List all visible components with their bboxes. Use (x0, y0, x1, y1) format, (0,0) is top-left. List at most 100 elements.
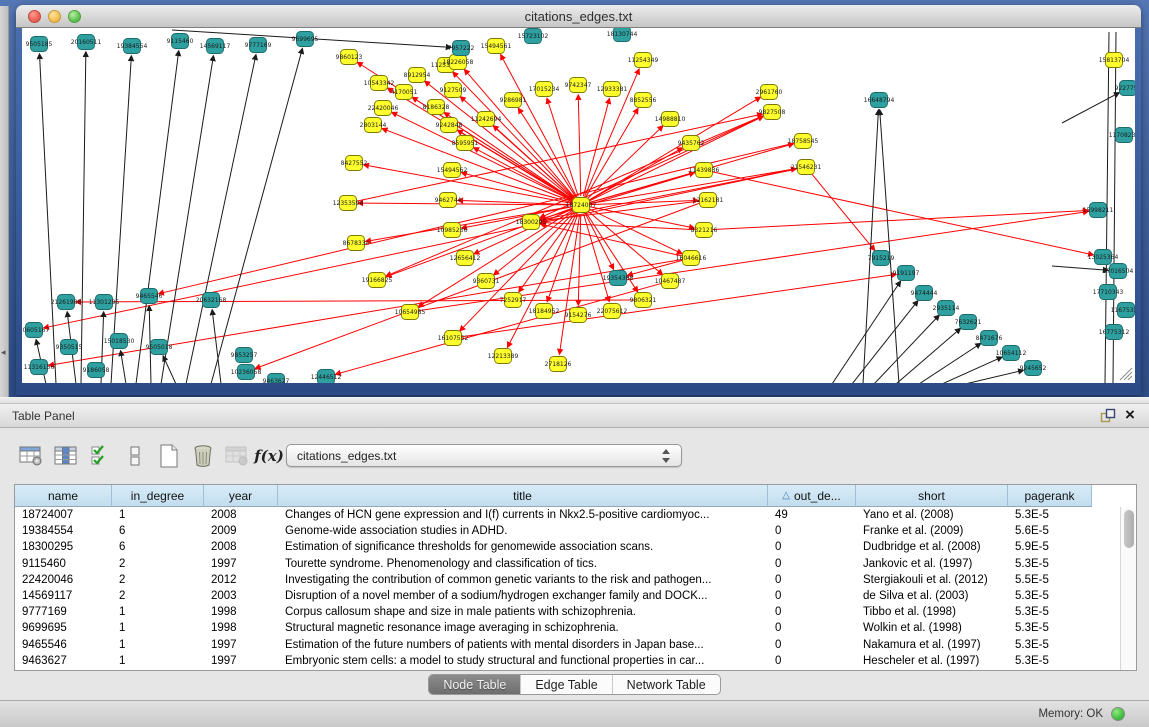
graph-node[interactable]: 12933381 (597, 82, 628, 97)
graph-node[interactable]: 19166825 (362, 273, 393, 288)
column-header-title[interactable]: title (278, 485, 768, 507)
graph-node[interactable]: 8678334 (343, 236, 370, 251)
graph-node[interactable]: 10236058 (231, 365, 262, 380)
graph-edge[interactable] (812, 174, 875, 250)
graph-node[interactable]: 8321216 (691, 223, 718, 238)
float-panel-icon[interactable] (1100, 408, 1116, 429)
graph-edge[interactable] (578, 214, 580, 305)
graph-edge[interactable] (880, 110, 899, 383)
graph-edge[interactable] (863, 110, 878, 383)
graph-edge[interactable] (76, 300, 634, 302)
graph-node[interactable]: 11708232 (1109, 128, 1135, 143)
graph-node[interactable]: 7632621 (955, 315, 982, 330)
column-header-short[interactable]: short (856, 485, 1008, 507)
column-header-out_degree[interactable]: △out_de... (768, 485, 856, 507)
function-builder-button[interactable]: f(x) (254, 440, 284, 472)
graph-node[interactable]: 9827508 (759, 105, 786, 120)
graph-node[interactable]: 21261988 (51, 295, 82, 310)
graph-node[interactable]: 9127509 (440, 83, 467, 98)
graph-node[interactable]: 16107552 (438, 331, 469, 346)
window-titlebar[interactable]: citations_edges.txt (16, 5, 1141, 28)
graph-node[interactable]: 20160511 (71, 35, 102, 50)
graph-node[interactable]: 17016504 (1103, 264, 1134, 279)
graph-node[interactable]: 11242694 (471, 112, 502, 127)
column-header-pagerank[interactable]: pagerank (1008, 485, 1092, 507)
graph-edge[interactable] (81, 52, 86, 383)
graph-node[interactable]: 21546231 (791, 160, 822, 175)
graph-node[interactable]: 9806321 (630, 293, 657, 308)
table-row[interactable]: 2242004622012Investigating the contribut… (15, 572, 1120, 588)
graph-edge[interactable] (121, 351, 126, 383)
column-header-year[interactable]: year (204, 485, 278, 507)
select-columns-button[interactable] (86, 440, 116, 472)
graph-node[interactable]: 9186058 (83, 363, 110, 378)
graph-node[interactable]: 11439836 (689, 163, 720, 178)
graph-node[interactable]: 8471676 (976, 331, 1003, 346)
graph-node[interactable]: 9474444 (911, 286, 938, 301)
graph-edge[interactable] (161, 56, 213, 383)
resize-grip-icon[interactable] (1120, 368, 1132, 380)
graph-node[interactable]: 18758545 (788, 134, 819, 149)
graph-node[interactable]: 11301295 (89, 295, 120, 310)
graph-node[interactable]: 7957222 (448, 41, 475, 56)
graph-edge[interactable] (919, 343, 981, 383)
graph-edge[interactable] (586, 109, 638, 198)
graph-edge[interactable] (589, 116, 763, 201)
graph-node[interactable]: 15018530 (104, 334, 135, 349)
table-row[interactable]: 1456911722003Disruption of a novel membe… (15, 588, 1120, 604)
graph-edge[interactable] (559, 214, 579, 354)
graph-node[interactable]: 12353594 (333, 196, 364, 211)
rows-button[interactable] (120, 440, 150, 472)
table-row[interactable]: 969969511998Structural magnetic resonanc… (15, 620, 1120, 636)
graph-edge[interactable] (965, 370, 1023, 383)
graph-node[interactable]: 20605167 (22, 323, 49, 338)
graph-edge[interactable] (44, 169, 797, 328)
graph-node[interactable]: 8852556 (630, 93, 657, 108)
tab-network-table[interactable]: Network Table (613, 675, 720, 694)
graph-edge[interactable] (1062, 93, 1119, 123)
graph-node[interactable]: 15998211 (1083, 203, 1114, 218)
graph-node[interactable]: 9853257 (231, 348, 258, 363)
graph-node[interactable]: 11675331 (1111, 303, 1135, 318)
graph-node[interactable]: 15723102 (518, 29, 549, 44)
graph-node[interactable]: 9462744 (435, 193, 462, 208)
graph-edge[interactable] (444, 113, 573, 200)
graph-node[interactable]: 9463627 (263, 374, 290, 384)
table-settings-button[interactable] (16, 440, 46, 472)
table-selector-dropdown[interactable]: citations_edges.txt (286, 444, 682, 467)
graph-node[interactable]: 16648794 (864, 93, 895, 108)
table-row[interactable]: 977716911998Corpus callosum shape and si… (15, 604, 1120, 620)
graph-node[interactable]: 9245652 (1020, 361, 1047, 376)
graph-node[interactable]: 15813704 (1099, 53, 1130, 68)
table-row[interactable]: 946554611997Estimation of the future num… (15, 637, 1120, 653)
graph-node[interactable]: 16775312 (1099, 325, 1130, 340)
graph-node[interactable]: 18184952 (529, 304, 560, 319)
graph-edge[interactable] (501, 55, 577, 197)
graph-node[interactable]: 7252917 (500, 293, 527, 308)
graph-node[interactable]: 9350515 (56, 340, 83, 355)
graph-node[interactable]: 15494562 (437, 163, 468, 178)
table-scrollbar[interactable] (1120, 507, 1136, 670)
graph-edge[interactable] (136, 51, 179, 383)
table-row[interactable]: 1872400712008Changes of HCN gene express… (15, 507, 1120, 523)
graph-node[interactable]: 2718126 (545, 357, 572, 372)
graph-node[interactable]: 9742347 (565, 78, 592, 93)
delete-column-button[interactable] (188, 440, 218, 472)
table-row[interactable]: 1830029562008Estimation of significance … (15, 539, 1120, 555)
graph-edge[interactable] (578, 95, 581, 196)
graph-node[interactable]: 14988810 (655, 112, 686, 127)
table-row[interactable]: 911546021997Tourette syndrome. Phenomeno… (15, 556, 1120, 572)
graph-node[interactable]: 19354388 (603, 271, 634, 286)
graph-edge[interactable] (460, 97, 574, 199)
graph-edge[interactable] (874, 315, 939, 383)
table-row[interactable]: 1938455462009Genome-wide association stu… (15, 523, 1120, 539)
graph-node[interactable]: 12446512 (311, 370, 342, 384)
graph-node[interactable]: 9505185 (26, 37, 53, 52)
graph-node[interactable]: 2935114 (933, 301, 960, 316)
graph-edge[interactable] (186, 55, 256, 383)
graph-node[interactable]: 11316156 (24, 360, 55, 375)
graph-node[interactable]: 2803144 (360, 118, 387, 133)
collapse-left-arrow-icon[interactable]: ◂ (1, 347, 6, 358)
graph-node[interactable]: 11254349 (628, 53, 659, 68)
graph-edge[interactable] (832, 281, 900, 383)
